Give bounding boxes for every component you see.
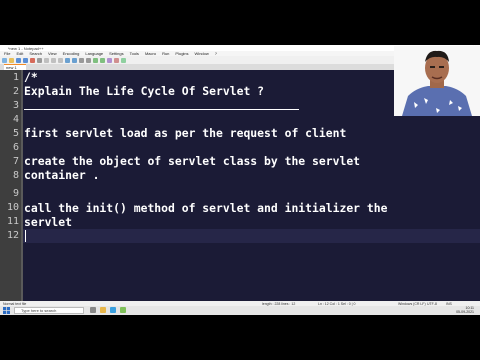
presenter-webcam-overlay (394, 46, 480, 116)
edge-browser-icon[interactable] (110, 307, 116, 313)
notepadpp-taskbar-icon[interactable] (120, 307, 126, 313)
copy-icon[interactable] (51, 57, 56, 63)
window-title: *new 1 - Notepad++ (8, 45, 44, 51)
replace-icon[interactable] (86, 57, 91, 63)
line-number: 6 (12, 142, 19, 153)
undo-icon[interactable] (65, 57, 70, 63)
code-line-2: Explain The Life Cycle Of Servlet ? (24, 84, 265, 98)
play-macro-icon[interactable] (121, 57, 126, 63)
zoom-out-icon[interactable] (100, 57, 105, 63)
fold-margin (21, 70, 23, 301)
line-number: 1 (12, 72, 19, 83)
status-position: Ln : 12 Col : 1 Sel : 0 | 0 (318, 301, 356, 306)
code-line-11: servlet (24, 215, 73, 229)
cut-icon[interactable] (44, 57, 49, 63)
windows-start-icon[interactable] (3, 307, 10, 314)
line-number: 4 (12, 114, 19, 125)
close-file-icon[interactable] (30, 57, 35, 63)
record-macro-icon[interactable] (114, 57, 119, 63)
code-line-1: /* (24, 70, 38, 84)
line-number: 9 (12, 188, 19, 199)
status-length: length : 228 lines : 12 (262, 301, 296, 306)
code-line-5: first servlet load as per the request of… (24, 126, 347, 140)
taskbar-search-input[interactable]: Type here to search (14, 307, 84, 314)
new-file-icon[interactable] (2, 57, 7, 63)
clock-date: 05-09-2021 (456, 310, 474, 314)
line-number: 3 (12, 100, 19, 111)
windows-taskbar: Type here to search 10:11 05-09-2021 (0, 306, 480, 315)
code-line-10: call the init() method of servlet and in… (24, 201, 388, 215)
line-number: 7 (12, 156, 19, 167)
line-number: 11 (6, 216, 19, 227)
save-icon[interactable] (16, 57, 21, 63)
line-number: 2 (12, 86, 19, 97)
file-explorer-icon[interactable] (100, 307, 106, 313)
zoom-in-icon[interactable] (93, 57, 98, 63)
redo-icon[interactable] (72, 57, 77, 63)
code-line-8: container . (24, 168, 100, 182)
open-file-icon[interactable] (9, 57, 14, 63)
status-eol: Windows (CR LF) (398, 301, 426, 306)
line-number: 8 (12, 170, 19, 181)
presenter-video-image (394, 46, 480, 116)
status-encoding: UTF-8 (427, 301, 437, 306)
status-filetype: Normal text file (3, 301, 27, 306)
status-mode: INS (446, 301, 452, 306)
task-view-icon[interactable] (90, 307, 96, 313)
save-all-icon[interactable] (23, 57, 28, 63)
paste-icon[interactable] (58, 57, 63, 63)
find-icon[interactable] (79, 57, 84, 63)
line-number: 5 (12, 128, 19, 139)
line-number: 12 (6, 230, 19, 241)
line-number: 10 (6, 202, 19, 213)
print-icon[interactable] (37, 57, 42, 63)
code-line-7: create the object of servlet class by th… (24, 154, 361, 168)
text-cursor (25, 230, 26, 242)
current-line-highlight (23, 229, 480, 243)
code-line-3-underline (24, 109, 299, 110)
line-number-gutter: 1 2 3 4 5 6 7 8 9 10 11 12 (0, 70, 21, 301)
system-clock[interactable]: 10:11 05-09-2021 (456, 306, 474, 314)
wrap-icon[interactable] (107, 57, 112, 63)
